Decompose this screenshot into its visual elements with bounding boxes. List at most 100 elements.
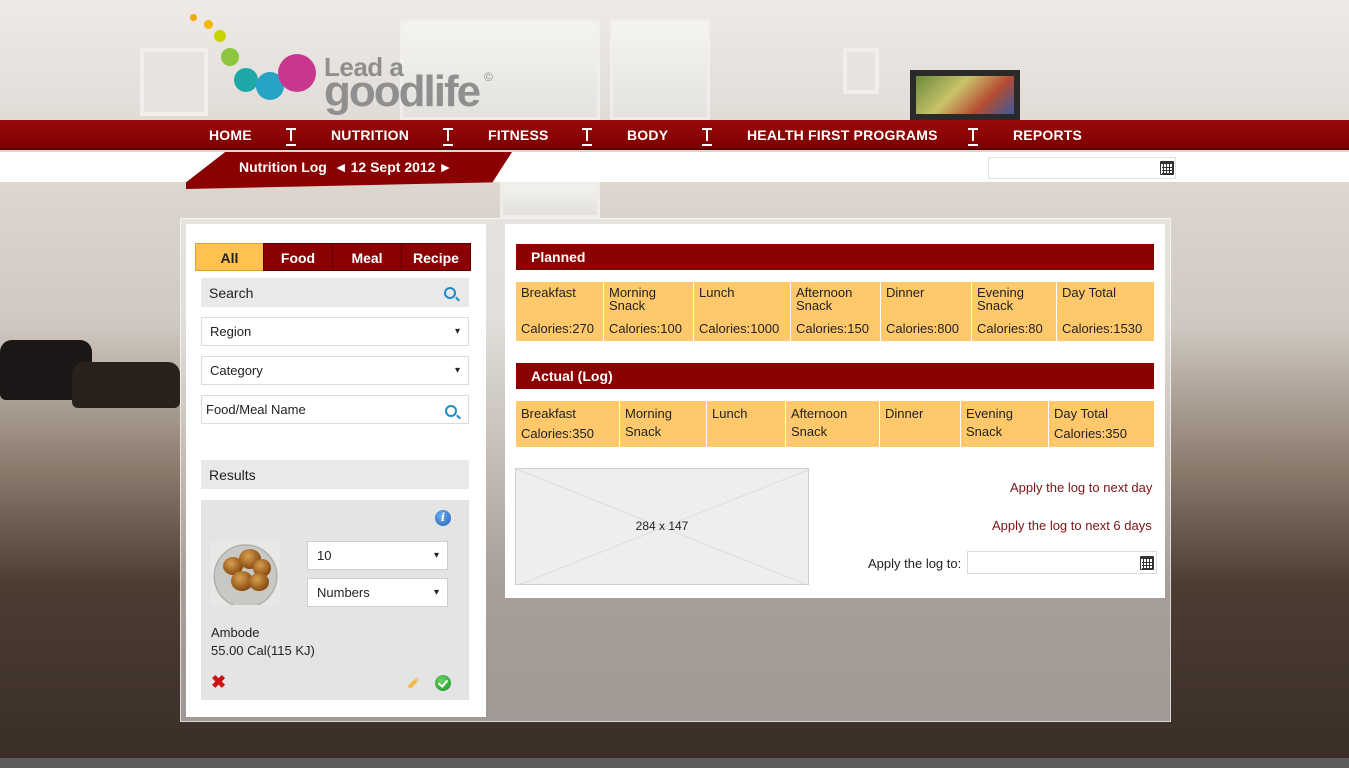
meal-name: Afternoon Snack: [791, 406, 848, 439]
placeholder-dimensions: 284 x 147: [635, 519, 689, 533]
logo-dot: [278, 54, 316, 92]
nav-body[interactable]: BODY: [627, 120, 668, 150]
logo-dot: [190, 14, 197, 21]
meal-calories: Calories:350: [521, 426, 594, 441]
nav-health-first-programs[interactable]: HEALTH FIRST PROGRAMS: [747, 120, 938, 150]
planned-afternoon-snack: Afternoon Snack Calories:150: [791, 282, 881, 341]
planned-dinner: Dinner Calories:800: [881, 282, 972, 341]
meal-name: Day Total: [1062, 285, 1116, 300]
meal-name: Lunch: [699, 285, 735, 300]
nav-separator: [581, 127, 593, 146]
meal-name: Breakfast: [521, 406, 576, 421]
tab-recipe[interactable]: Recipe: [401, 243, 471, 271]
search-icon[interactable]: [445, 405, 457, 417]
meal-calories: Calories:80: [977, 321, 1043, 336]
background-window: [610, 20, 710, 120]
logo-dot: [204, 20, 213, 29]
image-placeholder: 284 x 147: [515, 468, 809, 585]
chevron-down-icon: ▾: [433, 587, 439, 598]
date-picker-input[interactable]: [988, 157, 1176, 179]
results-label: Results: [209, 467, 256, 483]
apply-next-day-link[interactable]: Apply the log to next day: [1010, 480, 1152, 495]
meal-name: Evening Snack: [977, 285, 1024, 313]
chevron-down-icon: ▾: [454, 365, 460, 376]
food-calories: 55.00 Cal(115 KJ): [211, 643, 315, 658]
meal-name: Day Total: [1054, 406, 1108, 421]
quantity-select[interactable]: 10 ▾: [307, 541, 448, 570]
nav-separator: [442, 127, 454, 146]
planned-meals-row: Breakfast Calories:270 Morning Snack Cal…: [516, 282, 1154, 341]
background-picture-frame: [843, 48, 879, 94]
edit-icon[interactable]: [405, 676, 421, 690]
meal-calories: Calories:800: [886, 321, 959, 336]
logo-dot: [221, 48, 239, 66]
meal-calories: Calories:270: [521, 321, 594, 336]
delete-icon[interactable]: ✖: [211, 673, 226, 691]
results-header: Results: [201, 460, 469, 489]
main-nav: HOME NUTRITION FITNESS BODY HEALTH FIRST…: [0, 120, 1349, 150]
unit-value: Numbers: [317, 585, 370, 600]
actual-log-header: Actual (Log): [516, 363, 1154, 389]
calendar-icon[interactable]: [1140, 556, 1154, 570]
background-ottoman: [72, 362, 180, 408]
tab-meal[interactable]: Meal: [332, 243, 402, 271]
nav-separator: [285, 127, 297, 146]
apply-to-date-input[interactable]: [967, 551, 1157, 574]
logo-copyright: ©: [484, 70, 493, 84]
logo[interactable]: Lead a goodlife ©: [188, 14, 508, 114]
meal-name: Dinner: [885, 406, 924, 421]
category-select[interactable]: Category ▾: [201, 356, 469, 385]
info-icon[interactable]: i: [435, 510, 451, 526]
unit-select[interactable]: Numbers ▾: [307, 578, 448, 607]
nav-reports[interactable]: REPORTS: [1013, 120, 1082, 150]
actual-dinner: Dinner: [880, 401, 961, 447]
tab-food[interactable]: Food: [263, 243, 333, 271]
filter-tabs: All Food Meal Recipe: [195, 243, 471, 271]
search-label: Search: [209, 285, 254, 301]
meal-calories: Calories:150: [796, 321, 869, 336]
apply-to-label: Apply the log to:: [868, 556, 962, 571]
food-piece: [249, 573, 269, 591]
actual-evening-snack: Evening Snack: [961, 401, 1049, 447]
food-name-placeholder: Food/Meal Name: [206, 402, 306, 417]
meal-calories: Calories:350: [1054, 426, 1127, 441]
meal-name: Evening Snack: [966, 406, 1013, 439]
region-select-value: Region: [210, 324, 252, 339]
food-name-search-input[interactable]: Food/Meal Name: [201, 395, 469, 424]
meal-name: Breakfast: [521, 285, 576, 300]
logo-dot: [214, 30, 226, 42]
planned-morning-snack: Morning Snack Calories:100: [604, 282, 694, 341]
nav-home[interactable]: HOME: [209, 120, 252, 150]
chevron-down-icon: ▾: [454, 326, 460, 337]
apply-next-6-days-link[interactable]: Apply the log to next 6 days: [992, 518, 1152, 533]
nav-fitness[interactable]: FITNESS: [488, 120, 549, 150]
date-navigator: Nutrition Log ◄ 12 Sept 2012 ►: [239, 159, 455, 175]
meal-name: Dinner: [886, 285, 925, 300]
page-title: Nutrition Log: [239, 159, 327, 175]
calendar-icon[interactable]: [1160, 161, 1174, 175]
planned-day-total: Day Total Calories:1530: [1057, 282, 1154, 341]
tab-all[interactable]: All: [195, 243, 264, 271]
meal-name: Afternoon Snack: [796, 285, 853, 313]
region-select[interactable]: Region ▾: [201, 317, 469, 346]
planned-evening-snack: Evening Snack Calories:80: [972, 282, 1057, 341]
previous-day-arrow-icon[interactable]: ◄: [331, 159, 351, 175]
nav-separator: [967, 127, 979, 146]
food-thumbnail: [211, 541, 280, 605]
nav-nutrition[interactable]: NUTRITION: [331, 120, 409, 150]
logo-dot: [234, 68, 258, 92]
footer-bar: [0, 758, 1349, 768]
background-tv: [910, 70, 1020, 120]
meal-name: Morning Snack: [625, 406, 672, 439]
meal-name: Morning Snack: [609, 285, 656, 313]
actual-breakfast: Breakfast Calories:350: [516, 401, 620, 447]
current-date: 12 Sept 2012: [350, 159, 436, 175]
meal-name: Lunch: [712, 406, 748, 421]
planned-lunch: Lunch Calories:1000: [694, 282, 791, 341]
actual-lunch: Lunch: [707, 401, 786, 447]
next-day-arrow-icon[interactable]: ►: [435, 159, 455, 175]
chevron-down-icon: ▾: [433, 550, 439, 561]
confirm-icon[interactable]: [435, 675, 451, 691]
search-icon[interactable]: [444, 287, 456, 299]
actual-meals-row: Breakfast Calories:350 Morning Snack Lun…: [516, 401, 1154, 447]
